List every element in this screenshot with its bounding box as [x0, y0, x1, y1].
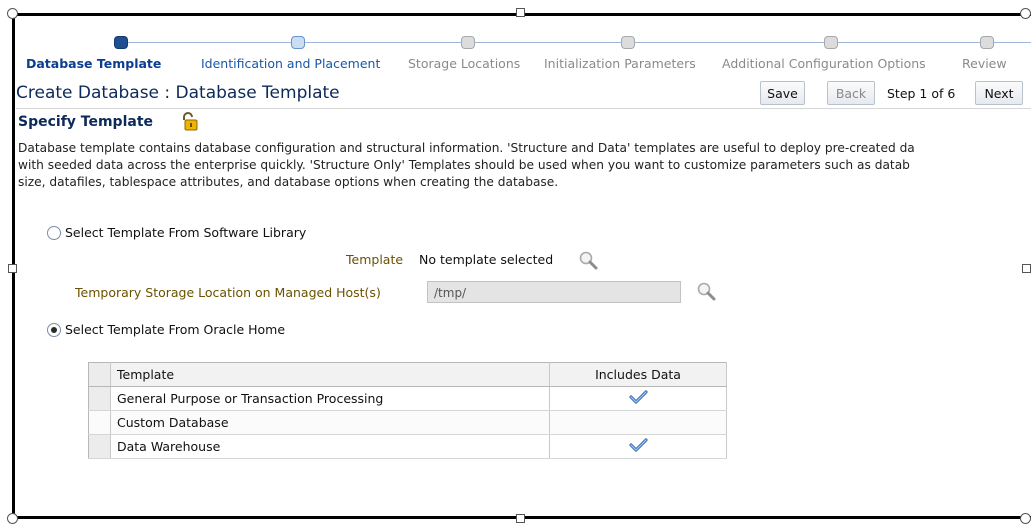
train-navigation: Database Template Identification and Pla…	[16, 32, 1031, 74]
train-label-identification[interactable]: Identification and Placement	[201, 56, 380, 71]
step-indicator: Step 1 of 6	[887, 86, 956, 101]
column-header-includes-data[interactable]: Includes Data	[549, 362, 727, 387]
row-header-cell	[88, 362, 111, 387]
checkmark-icon	[629, 438, 648, 452]
template-table: Template Includes Data General Purpose o…	[88, 362, 727, 459]
resize-handle[interactable]	[516, 8, 525, 17]
template-value: No template selected	[419, 252, 554, 267]
page-header: Create Database : Database Template Save…	[16, 80, 1031, 109]
template-name-cell[interactable]: Data Warehouse	[110, 434, 550, 459]
radio-oracle-home-row[interactable]: Select Template From Oracle Home	[47, 322, 285, 337]
lock-open-icon	[183, 112, 198, 131]
train-label-additional-config: Additional Configuration Options	[722, 56, 926, 71]
next-button[interactable]: Next	[975, 81, 1023, 105]
train-stop-identification[interactable]	[291, 36, 305, 49]
train-stop-storage	[461, 36, 475, 49]
template-label: Template	[346, 252, 404, 267]
train-stop-review	[980, 36, 994, 49]
train-stop-init-params	[621, 36, 635, 49]
radio-oracle-home[interactable]	[47, 322, 61, 337]
section-title: Specify Template	[18, 114, 154, 130]
resize-handle[interactable]	[1020, 513, 1031, 524]
checkmark-icon	[629, 390, 648, 404]
train-label-database-template: Database Template	[26, 56, 162, 71]
description-line: Database template contains database conf…	[18, 141, 915, 155]
page-title: Create Database : Database Template	[16, 83, 340, 103]
radio-oracle-home-label[interactable]: Select Template From Oracle Home	[65, 322, 285, 337]
back-button: Back	[827, 81, 875, 105]
table-row[interactable]: Custom Database	[88, 410, 727, 435]
row-header-cell[interactable]	[88, 410, 111, 435]
storage-location-label: Temporary Storage Location on Managed Ho…	[75, 285, 381, 300]
template-name-cell[interactable]: General Purpose or Transaction Processin…	[110, 386, 550, 411]
storage-location-field: /tmp/	[427, 281, 681, 303]
train-label-review: Review	[962, 56, 1007, 71]
magnifier-icon[interactable]	[695, 280, 717, 302]
radio-software-library-row[interactable]: Select Template From Software Library	[47, 225, 306, 240]
resize-handle[interactable]	[8, 264, 17, 273]
table-row[interactable]: General Purpose or Transaction Processin…	[88, 386, 727, 411]
row-header-cell[interactable]	[88, 434, 111, 459]
resize-handle[interactable]	[1020, 8, 1031, 19]
template-name-cell[interactable]: Custom Database	[110, 410, 550, 435]
includes-data-cell	[549, 434, 727, 459]
resize-handle[interactable]	[1022, 264, 1031, 273]
column-header-template[interactable]: Template	[110, 362, 550, 387]
train-line	[121, 42, 1031, 43]
radio-software-library[interactable]	[47, 225, 61, 240]
radio-software-library-label[interactable]: Select Template From Software Library	[65, 225, 306, 240]
section-description: Database template contains database conf…	[18, 140, 1028, 191]
includes-data-cell	[549, 410, 727, 435]
save-button[interactable]: Save	[760, 81, 805, 105]
train-stop-database-template	[114, 36, 128, 49]
description-line: size, datafiles, tablespace attributes, …	[18, 175, 559, 189]
includes-data-cell	[549, 386, 727, 411]
train-label-storage: Storage Locations	[408, 56, 521, 71]
table-row[interactable]: Data Warehouse	[88, 434, 727, 459]
train-stop-additional-config	[824, 36, 838, 49]
resize-handle[interactable]	[7, 8, 18, 19]
train-label-init-params: Initialization Parameters	[544, 56, 696, 71]
row-header-cell[interactable]	[88, 386, 111, 411]
magnifier-icon[interactable]	[577, 249, 599, 271]
table-header-row: Template Includes Data	[88, 362, 727, 387]
resize-handle[interactable]	[516, 514, 525, 523]
description-line: with seeded data across the enterprise q…	[18, 158, 910, 172]
resize-handle[interactable]	[7, 513, 18, 524]
